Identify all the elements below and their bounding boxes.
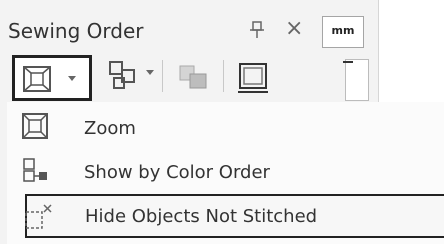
- chevron-down-icon: [68, 76, 76, 81]
- chevron-down-icon[interactable]: [144, 68, 156, 78]
- menu-item-label: Hide Objects Not Stitched: [85, 206, 318, 227]
- field-cursor: [343, 61, 353, 63]
- color-order-icon[interactable]: [106, 58, 140, 92]
- hide-objects-icon: [25, 204, 52, 229]
- mm-tab[interactable]: mm: [322, 16, 364, 48]
- color-order-icon: [23, 158, 47, 182]
- frame-icon[interactable]: [236, 60, 270, 94]
- value-field[interactable]: [345, 59, 369, 101]
- close-icon[interactable]: ×: [285, 18, 303, 40]
- panel-title: Sewing Order: [8, 19, 144, 43]
- zoom-icon: [23, 66, 51, 92]
- layers-icon[interactable]: [176, 62, 210, 92]
- menu-item-zoom[interactable]: Zoom: [7, 106, 444, 146]
- menu-item-hide-objects-not-stitched[interactable]: Hide Objects Not Stitched: [25, 194, 444, 238]
- menu-item-label: Zoom: [84, 118, 136, 139]
- zoom-dropdown-button[interactable]: [12, 55, 92, 101]
- toolbar-divider: [223, 60, 224, 92]
- pin-icon[interactable]: [248, 20, 266, 40]
- toolbar-divider: [162, 60, 163, 92]
- zoom-icon: [22, 113, 48, 139]
- menu-item-label: Show by Color Order: [84, 162, 270, 183]
- menu-item-show-by-color-order[interactable]: Show by Color Order: [7, 150, 444, 190]
- zoom-dropdown-menu: Zoom Show by Color Order Hide Objects No…: [7, 102, 444, 244]
